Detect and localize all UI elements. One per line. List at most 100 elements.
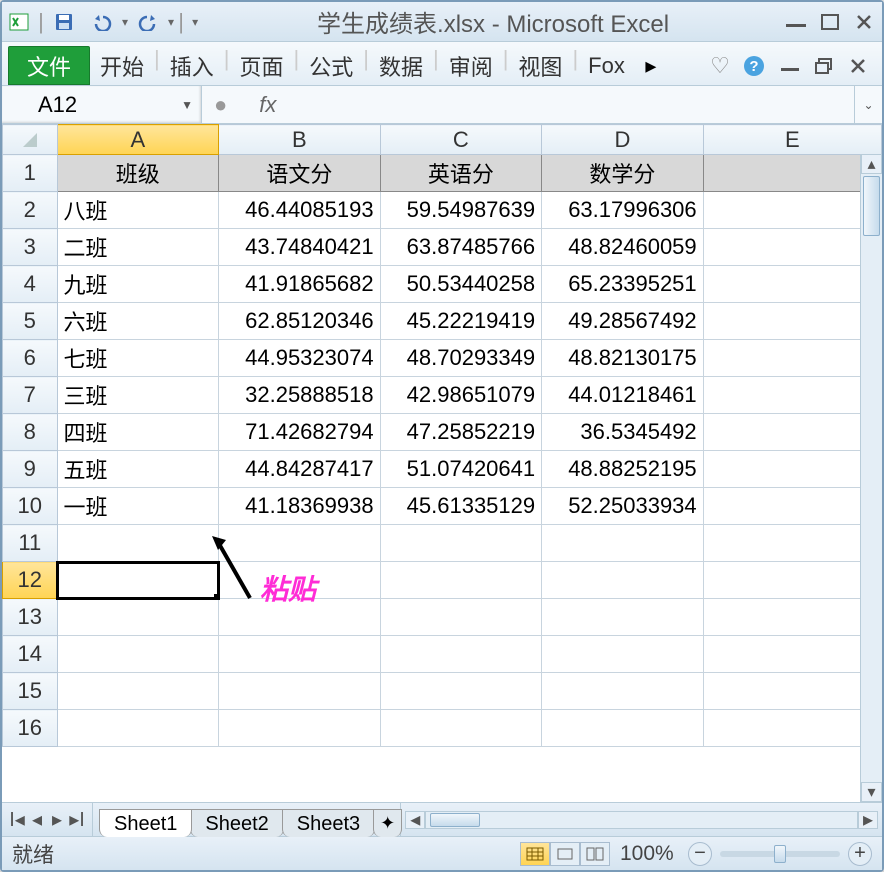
ribbon-tab-home[interactable]: 开始: [92, 46, 152, 85]
cell-D1[interactable]: 数学分: [542, 155, 704, 192]
undo-button[interactable]: [84, 8, 120, 36]
cell-E3[interactable]: [703, 229, 881, 266]
cell-B7[interactable]: 32.25888518: [219, 377, 381, 414]
maximize-button[interactable]: [818, 12, 842, 32]
cell-D4[interactable]: 65.23395251: [542, 266, 704, 303]
scroll-down-icon[interactable]: ▾: [861, 782, 882, 802]
page-layout-view-button[interactable]: [550, 842, 580, 866]
cell-A13[interactable]: [57, 599, 219, 636]
cell-C15[interactable]: [380, 673, 542, 710]
cell-E16[interactable]: [703, 710, 881, 747]
cell-C6[interactable]: 48.70293349: [380, 340, 542, 377]
cell-B10[interactable]: 41.18369938: [219, 488, 381, 525]
cell-E11[interactable]: [703, 525, 881, 562]
cell-B4[interactable]: 41.91865682: [219, 266, 381, 303]
close-button[interactable]: [852, 12, 876, 32]
col-header-A[interactable]: A: [57, 125, 219, 155]
cell-E6[interactable]: [703, 340, 881, 377]
scroll-up-icon[interactable]: ▴: [861, 154, 882, 174]
cell-D16[interactable]: [542, 710, 704, 747]
sheet-nav-last-icon[interactable]: ▸I: [68, 807, 86, 832]
row-header-14[interactable]: 14: [3, 636, 58, 673]
cell-E4[interactable]: [703, 266, 881, 303]
cell-B15[interactable]: [219, 673, 381, 710]
mdi-restore-button[interactable]: [812, 56, 836, 76]
cell-E2[interactable]: [703, 192, 881, 229]
row-header-4[interactable]: 4: [3, 266, 58, 303]
ribbon-tab-foxit[interactable]: Fox: [580, 46, 633, 85]
ribbon-minimize-icon[interactable]: ♡: [704, 46, 736, 85]
cell-C14[interactable]: [380, 636, 542, 673]
cell-E9[interactable]: [703, 451, 881, 488]
cell-E5[interactable]: [703, 303, 881, 340]
cell-C1[interactable]: 英语分: [380, 155, 542, 192]
cell-B5[interactable]: 62.85120346: [219, 303, 381, 340]
cell-A16[interactable]: [57, 710, 219, 747]
zoom-slider[interactable]: [720, 851, 840, 857]
file-tab[interactable]: 文件: [8, 46, 90, 85]
cell-E14[interactable]: [703, 636, 881, 673]
save-button[interactable]: [46, 8, 82, 36]
row-header-7[interactable]: 7: [3, 377, 58, 414]
cell-A14[interactable]: [57, 636, 219, 673]
cell-B16[interactable]: [219, 710, 381, 747]
cell-C3[interactable]: 63.87485766: [380, 229, 542, 266]
vertical-scrollbar[interactable]: ▴ ▾: [860, 154, 882, 802]
cell-C2[interactable]: 59.54987639: [380, 192, 542, 229]
cell-A2[interactable]: 八班: [57, 192, 219, 229]
ribbon-tab-insert[interactable]: 插入: [162, 46, 222, 85]
cell-B9[interactable]: 44.84287417: [219, 451, 381, 488]
cell-A4[interactable]: 九班: [57, 266, 219, 303]
cell-A6[interactable]: 七班: [57, 340, 219, 377]
cell-E12[interactable]: [703, 562, 881, 599]
row-header-8[interactable]: 8: [3, 414, 58, 451]
cell-A7[interactable]: 三班: [57, 377, 219, 414]
row-header-3[interactable]: 3: [3, 229, 58, 266]
redo-dropdown-icon[interactable]: ▾: [168, 15, 174, 29]
sheet-tab-sheet3[interactable]: Sheet3: [282, 809, 375, 837]
hscroll-thumb[interactable]: [430, 813, 480, 827]
cell-C16[interactable]: [380, 710, 542, 747]
cell-B1[interactable]: 语文分: [219, 155, 381, 192]
cell-B13[interactable]: [219, 599, 381, 636]
cell-D8[interactable]: 36.5345492: [542, 414, 704, 451]
cell-A1[interactable]: 班级: [57, 155, 219, 192]
row-header-1[interactable]: 1: [3, 155, 58, 192]
page-break-view-button[interactable]: [580, 842, 610, 866]
redo-button[interactable]: [130, 8, 166, 36]
cell-D12[interactable]: [542, 562, 704, 599]
worksheet-grid[interactable]: ABCDE1班级语文分英语分数学分2八班46.4408519359.549876…: [2, 124, 882, 747]
horizontal-scrollbar[interactable]: ◂ ▸: [400, 803, 882, 836]
ribbon-scroll-icon[interactable]: ▸: [635, 46, 667, 85]
cell-C8[interactable]: 47.25852219: [380, 414, 542, 451]
cell-C10[interactable]: 45.61335129: [380, 488, 542, 525]
cell-B11[interactable]: [219, 525, 381, 562]
zoom-slider-thumb[interactable]: [774, 845, 786, 863]
row-header-10[interactable]: 10: [3, 488, 58, 525]
row-header-11[interactable]: 11: [3, 525, 58, 562]
ribbon-tab-data[interactable]: 数据: [371, 46, 431, 85]
cell-A8[interactable]: 四班: [57, 414, 219, 451]
qat-customize-icon[interactable]: ▾: [188, 15, 202, 29]
sheet-nav-first-icon[interactable]: I◂: [8, 807, 26, 832]
cell-D14[interactable]: [542, 636, 704, 673]
row-header-13[interactable]: 13: [3, 599, 58, 636]
new-sheet-button[interactable]: ✦: [373, 809, 402, 837]
cell-B2[interactable]: 46.44085193: [219, 192, 381, 229]
sheet-nav-prev-icon[interactable]: ◂: [28, 807, 46, 832]
row-header-12[interactable]: 12: [3, 562, 58, 599]
cell-C13[interactable]: [380, 599, 542, 636]
row-header-15[interactable]: 15: [3, 673, 58, 710]
vscroll-thumb[interactable]: [863, 176, 880, 236]
row-header-5[interactable]: 5: [3, 303, 58, 340]
undo-dropdown-icon[interactable]: ▾: [122, 15, 128, 29]
cell-D13[interactable]: [542, 599, 704, 636]
row-header-6[interactable]: 6: [3, 340, 58, 377]
cell-B12[interactable]: [219, 562, 381, 599]
scroll-right-icon[interactable]: ▸: [858, 811, 878, 829]
cell-A10[interactable]: 一班: [57, 488, 219, 525]
help-icon[interactable]: ?: [738, 46, 770, 85]
cell-D6[interactable]: 48.82130175: [542, 340, 704, 377]
cell-C9[interactable]: 51.07420641: [380, 451, 542, 488]
cell-D3[interactable]: 48.82460059: [542, 229, 704, 266]
